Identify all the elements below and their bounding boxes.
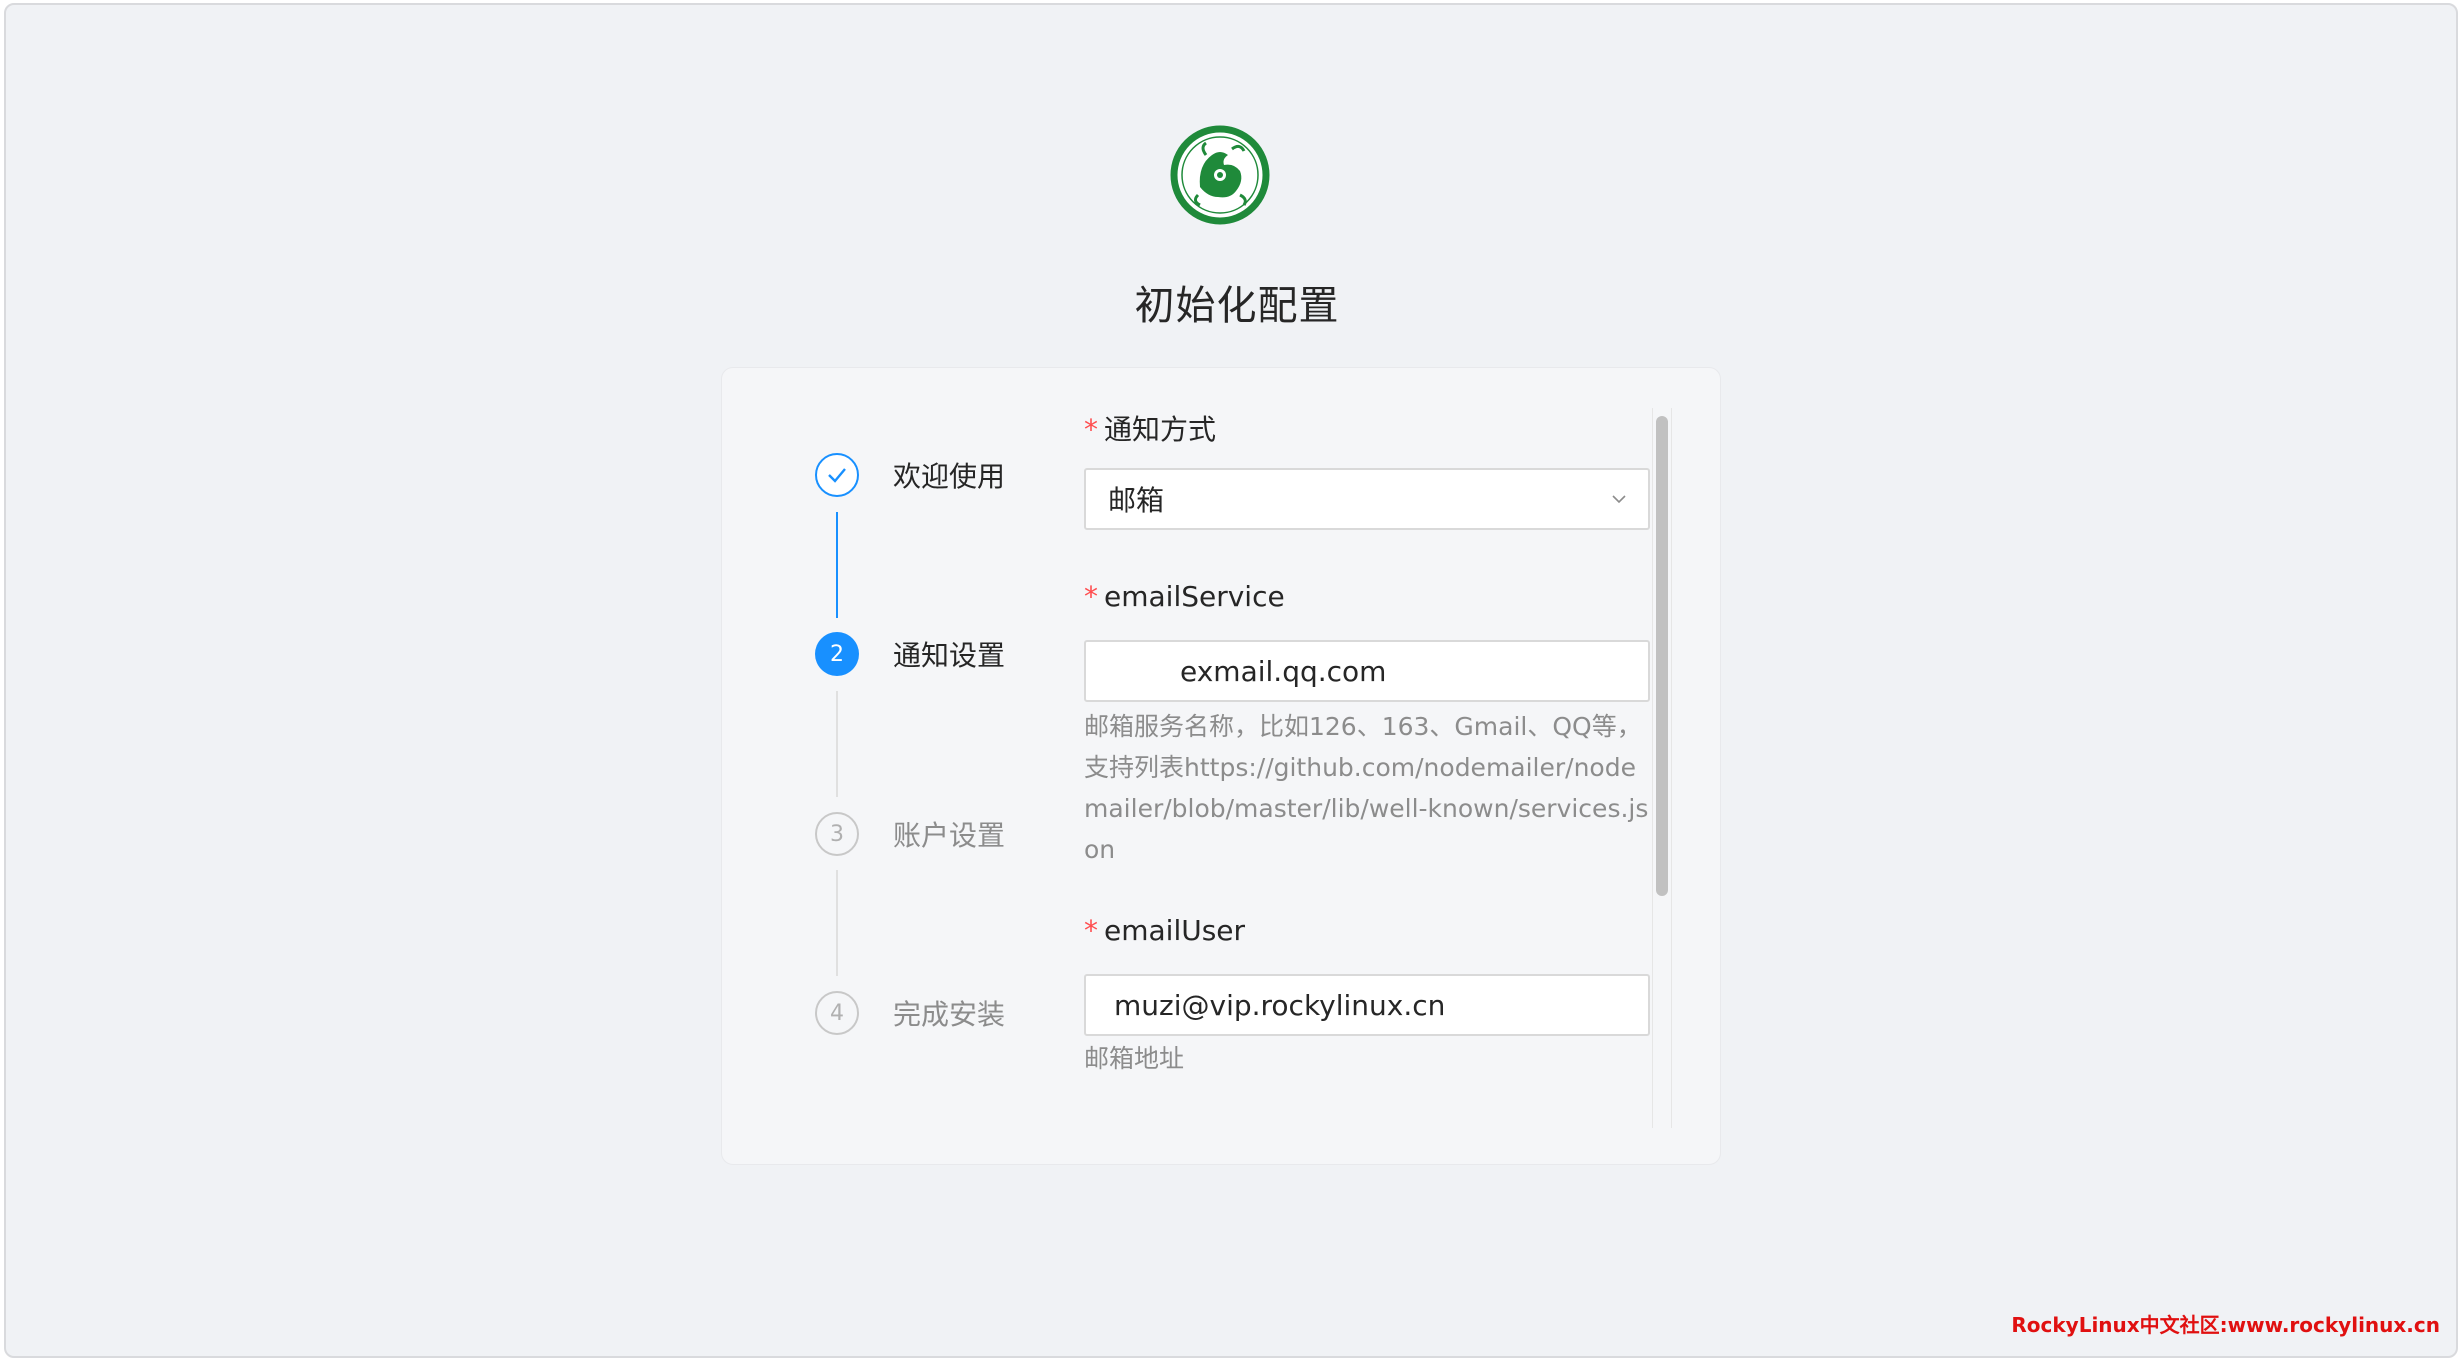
qilin-logo: [1170, 125, 1270, 225]
step-label: 欢迎使用: [893, 460, 1006, 493]
required-mark: *: [1084, 914, 1098, 947]
step-number: 4: [815, 991, 859, 1035]
email-user-label: * emailUser: [1084, 914, 1246, 947]
email-user-help: 邮箱地址: [1084, 1044, 1185, 1073]
required-mark: *: [1084, 580, 1098, 613]
chevron-down-icon: [1612, 495, 1626, 504]
form-scrollbar[interactable]: [1652, 408, 1672, 1128]
email-service-value: exmail.qq.com: [1180, 654, 1387, 688]
step-account[interactable]: 3 账户设置: [815, 810, 1005, 858]
step-label: 通知设置: [893, 639, 1006, 672]
watermark: RockyLinux中文社区:www.rockylinux.cn: [2011, 1313, 2440, 1337]
required-mark: *: [1084, 413, 1098, 446]
step-label: 完成安装: [893, 998, 1006, 1031]
step-number: 3: [815, 812, 859, 856]
step-number: 2: [815, 632, 859, 676]
notify-method-select[interactable]: 邮箱: [1084, 468, 1650, 530]
email-service-help: 邮箱服务名称，比如126、163、Gmail、QQ等，支持列表https://g…: [1084, 712, 1649, 864]
step-connector: [836, 870, 838, 976]
step-check-icon: [815, 453, 859, 497]
setup-card: 欢迎使用 2 通知设置 3 账户设置 4 完成安装 * 通知方式 邮箱 * em…: [721, 367, 1721, 1165]
email-user-value: muzi@vip.rockylinux.cn: [1114, 988, 1446, 1022]
step-label: 账户设置: [893, 819, 1006, 852]
step-welcome[interactable]: 欢迎使用: [815, 451, 1005, 499]
step-notify[interactable]: 2 通知设置: [815, 630, 1005, 678]
step-connector: [836, 691, 838, 797]
scrollbar-thumb[interactable]: [1656, 416, 1668, 896]
app-window: 初始化配置 欢迎使用 2 通知设置 3 账户设置 4 完成安装 * 通知方式 邮…: [4, 3, 2458, 1358]
email-service-input[interactable]: exmail.qq.com: [1084, 640, 1650, 702]
email-user-input[interactable]: muzi@vip.rockylinux.cn: [1084, 974, 1650, 1036]
step-connector-done: [836, 512, 838, 618]
notify-method-value: 邮箱: [1108, 484, 1165, 517]
email-service-label: * emailService: [1084, 580, 1285, 613]
notify-method-label: * 通知方式: [1084, 413, 1217, 446]
step-finish[interactable]: 4 完成安装: [815, 989, 1005, 1037]
page-title: 初始化配置: [1134, 283, 1340, 329]
